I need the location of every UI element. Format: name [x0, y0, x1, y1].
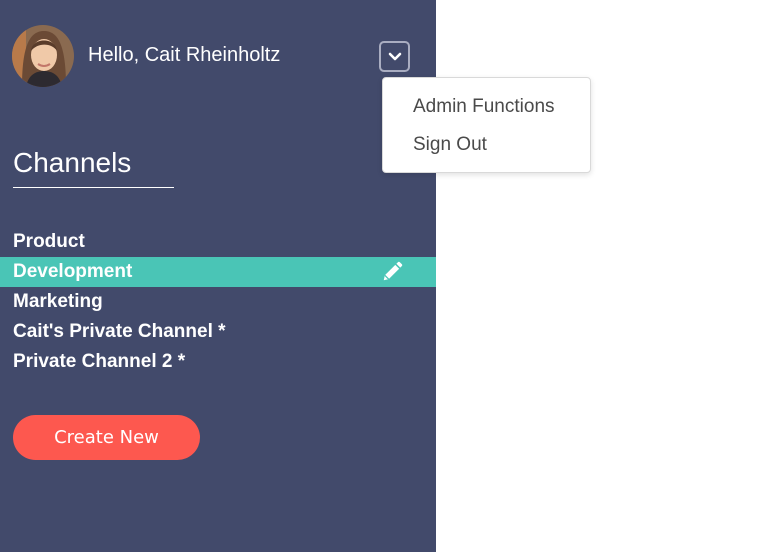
user-dropdown-menu: Admin Functions Sign Out [382, 77, 591, 173]
channels-divider [13, 187, 174, 188]
chevron-down-icon [388, 52, 401, 60]
channel-item-cait-private[interactable]: Cait's Private Channel * [0, 317, 436, 347]
avatar-photo-icon [12, 25, 74, 87]
channel-item-product[interactable]: Product [0, 227, 436, 257]
pencil-icon[interactable] [381, 261, 403, 283]
channel-label: Cait's Private Channel * [13, 321, 226, 342]
menu-item-sign-out[interactable]: Sign Out [413, 133, 487, 157]
channel-item-private-2[interactable]: Private Channel 2 * [0, 347, 436, 377]
user-menu-toggle-button[interactable] [379, 41, 410, 72]
create-new-button[interactable]: Create New [13, 415, 200, 460]
channel-item-development[interactable]: Development [0, 257, 436, 287]
channel-label: Product [13, 231, 85, 252]
channel-label: Private Channel 2 * [13, 351, 186, 372]
menu-item-admin-functions[interactable]: Admin Functions [413, 95, 555, 119]
channel-item-marketing[interactable]: Marketing [0, 287, 436, 317]
channel-list: Product Development Marketing Cait's Pri… [0, 227, 436, 377]
channel-label: Development [13, 261, 133, 282]
channels-heading: Channels [13, 147, 132, 178]
sidebar: Hello, Cait Rheinholtz Channels Product … [0, 0, 436, 552]
user-avatar[interactable] [12, 25, 74, 87]
channel-label: Marketing [13, 291, 103, 312]
user-greeting: Hello, Cait Rheinholtz [88, 44, 281, 66]
